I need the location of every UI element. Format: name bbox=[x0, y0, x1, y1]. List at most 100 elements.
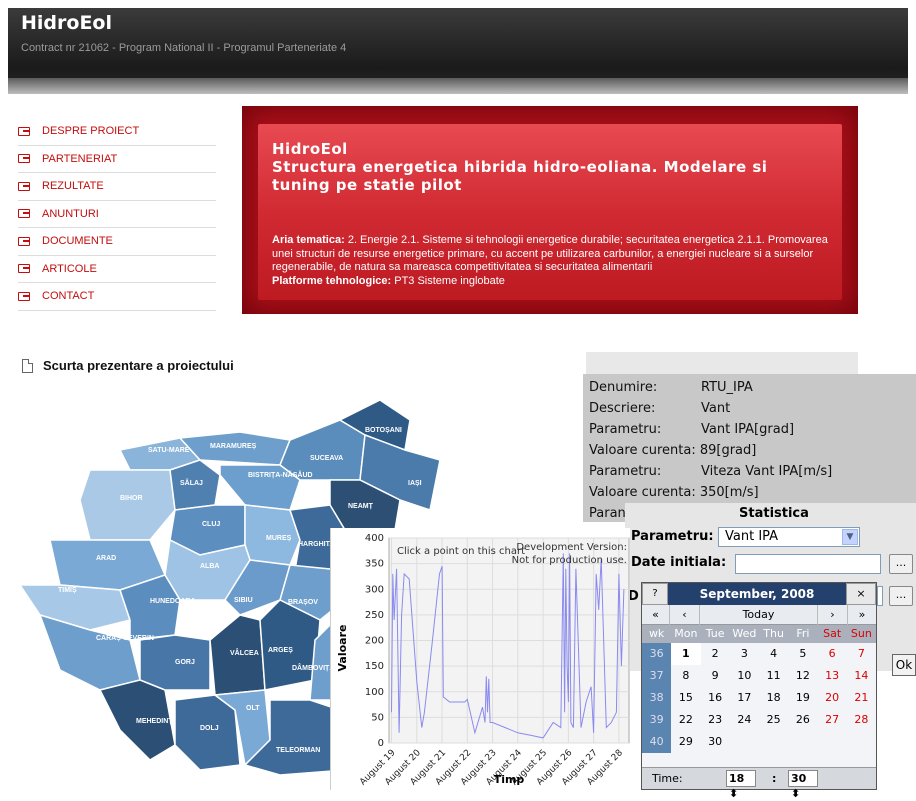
time-separator: : bbox=[772, 772, 777, 785]
calendar-day[interactable]: 24 bbox=[730, 709, 759, 731]
menu-item-label: REZULTATE bbox=[42, 180, 104, 193]
weekday: wk bbox=[648, 627, 665, 640]
map-label: ALBA bbox=[200, 563, 219, 570]
menu-item-contact[interactable]: CONTACT bbox=[18, 283, 216, 311]
calendar-day[interactable]: 15 bbox=[671, 687, 700, 709]
calendar-day[interactable]: 22 bbox=[671, 709, 700, 731]
calendar-week: 36 1 2 3 4 5 6 7 bbox=[642, 643, 876, 665]
calendar-day[interactable]: 29 bbox=[671, 731, 700, 753]
calendar-day[interactable]: 6 bbox=[818, 643, 847, 665]
menu-item-rezultate[interactable]: REZULTATE bbox=[18, 173, 216, 201]
line-chart[interactable]: 0 50 100 150 200 250 300 350 400 August 19 August… bbox=[330, 528, 630, 790]
y-tick-label: 250 bbox=[365, 610, 384, 621]
hour-spinner[interactable]: 18 ⬍ bbox=[726, 770, 756, 800]
calendar-day[interactable]: 18 bbox=[759, 687, 788, 709]
calendar-day[interactable]: 7 bbox=[847, 643, 876, 665]
chevron-down-icon[interactable]: ▼ bbox=[842, 529, 858, 545]
calendar-day bbox=[730, 731, 759, 753]
calendar-day[interactable]: 14 bbox=[847, 665, 876, 687]
x-axis-label: Timp bbox=[494, 773, 525, 786]
minute-value: 30 bbox=[791, 772, 807, 785]
map-label: CLUJ bbox=[202, 521, 220, 528]
parameter-select[interactable]: Vant IPA ▼ bbox=[718, 527, 860, 547]
arrow-exit-icon bbox=[18, 236, 30, 246]
y-tick-label: 50 bbox=[371, 712, 384, 723]
calendar-day[interactable]: 28 bbox=[847, 709, 876, 731]
help-button[interactable]: ? bbox=[642, 583, 668, 605]
menu-item-label: DESPRE PROIECT bbox=[42, 125, 140, 138]
calendar-day[interactable]: 4 bbox=[759, 643, 788, 665]
info-key: Parametru: bbox=[589, 422, 662, 437]
calendar-day[interactable]: 21 bbox=[847, 687, 876, 709]
calendar-day[interactable]: 3 bbox=[730, 643, 759, 665]
date-final-picker-button[interactable]: ... bbox=[889, 586, 913, 606]
y-tick-label: 350 bbox=[365, 559, 384, 570]
y-tick-label: 100 bbox=[365, 687, 384, 698]
calendar-day bbox=[788, 731, 817, 753]
info-key: Descriere: bbox=[589, 401, 656, 416]
calendar-day[interactable]: 5 bbox=[788, 643, 817, 665]
minute-spinner[interactable]: 30 ⬍ bbox=[788, 770, 818, 800]
calendar-month: September, 2008 bbox=[699, 587, 815, 601]
county-bihor[interactable] bbox=[79, 469, 176, 541]
prev-year-button[interactable]: « bbox=[642, 605, 670, 625]
ok-button[interactable]: Ok bbox=[892, 654, 916, 676]
date-initial-input[interactable] bbox=[735, 554, 881, 574]
document-icon bbox=[22, 358, 33, 373]
sidebar-menu: DESPRE PROIECT PARTENERIAT REZULTATE ANU… bbox=[18, 118, 216, 311]
info-row: Valoare curenta: 89[grad] bbox=[589, 443, 756, 458]
calendar-day[interactable]: 16 bbox=[701, 687, 730, 709]
calendar-day bbox=[818, 731, 847, 753]
next-year-button[interactable]: » bbox=[848, 605, 876, 625]
map-label: GORJ bbox=[175, 659, 195, 666]
calendar-day[interactable]: 9 bbox=[701, 665, 730, 687]
menu-item-parteneriat[interactable]: PARTENERIAT bbox=[18, 146, 216, 173]
menu-item-anunturi[interactable]: ANUNTURI bbox=[18, 201, 216, 228]
map-label: SIBIU bbox=[234, 597, 253, 604]
menu-item-documente[interactable]: DOCUMENTE bbox=[18, 228, 216, 256]
calendar-day[interactable]: 12 bbox=[788, 665, 817, 687]
today-button[interactable]: Today bbox=[700, 605, 818, 625]
info-value: RTU_IPA bbox=[701, 380, 753, 395]
calendar-day[interactable]: 1 bbox=[671, 643, 701, 665]
map-label: ARGEȘ bbox=[268, 647, 293, 654]
arrow-exit-icon bbox=[18, 291, 30, 301]
calendar-day[interactable]: 19 bbox=[788, 687, 817, 709]
date-final-input[interactable] bbox=[877, 586, 883, 606]
calendar-day[interactable]: 27 bbox=[818, 709, 847, 731]
menu-item-despre-proiect[interactable]: DESPRE PROIECT bbox=[18, 118, 216, 146]
map-label: VÂLCEA bbox=[230, 648, 259, 657]
calendar-day[interactable]: 23 bbox=[701, 709, 730, 731]
calendar-day[interactable]: 25 bbox=[759, 709, 788, 731]
site-logo[interactable]: HidroEol bbox=[21, 12, 112, 34]
calendar-day[interactable]: 30 bbox=[701, 731, 730, 753]
weekday: Wed bbox=[732, 627, 757, 640]
date-picker-button[interactable]: ... bbox=[889, 554, 913, 574]
calendar-day[interactable]: 11 bbox=[759, 665, 788, 687]
aria-text: 2. Energie 2.1. Sisteme si tehnologii en… bbox=[272, 234, 828, 273]
y-tick-label: 150 bbox=[365, 661, 384, 672]
station-info-panel: Denumire: RTU_IPA Descriere: Vant Parametr… bbox=[583, 374, 916, 522]
project-description: Aria tematica: 2. Energie 2.1. Sisteme s… bbox=[272, 234, 832, 288]
map-label: MEHEDINȚI bbox=[136, 718, 175, 725]
prev-month-button[interactable]: ‹ bbox=[670, 605, 700, 625]
calendar-day[interactable]: 17 bbox=[730, 687, 759, 709]
calendar-day[interactable]: 2 bbox=[701, 643, 730, 665]
y-ticks: 0 50 100 150 200 250 300 350 400 bbox=[365, 533, 384, 749]
calendar-day[interactable]: 20 bbox=[818, 687, 847, 709]
weekday: Fri bbox=[796, 627, 810, 640]
county-suceava[interactable] bbox=[279, 419, 366, 481]
close-button[interactable]: × bbox=[846, 583, 876, 605]
calendar-day[interactable]: 26 bbox=[788, 709, 817, 731]
next-month-button[interactable]: › bbox=[818, 605, 848, 625]
menu-item-articole[interactable]: ARTICOLE bbox=[18, 256, 216, 283]
calendar-grid: 36 1 2 3 4 5 6 7 37 8 9 10 11 12 13 14 38 15 16 17 18 19 20 21 3… bbox=[642, 643, 876, 753]
calendar-day[interactable]: 10 bbox=[730, 665, 759, 687]
info-key: Denumire: bbox=[589, 380, 658, 395]
grey-strip bbox=[586, 352, 858, 374]
section-title: Scurta prezentare a proiectului bbox=[43, 358, 234, 373]
menu-item-label: DOCUMENTE bbox=[42, 235, 113, 248]
map-label: HUNEDOARA bbox=[150, 598, 196, 605]
calendar-day[interactable]: 8 bbox=[671, 665, 700, 687]
calendar-day[interactable]: 13 bbox=[818, 665, 847, 687]
